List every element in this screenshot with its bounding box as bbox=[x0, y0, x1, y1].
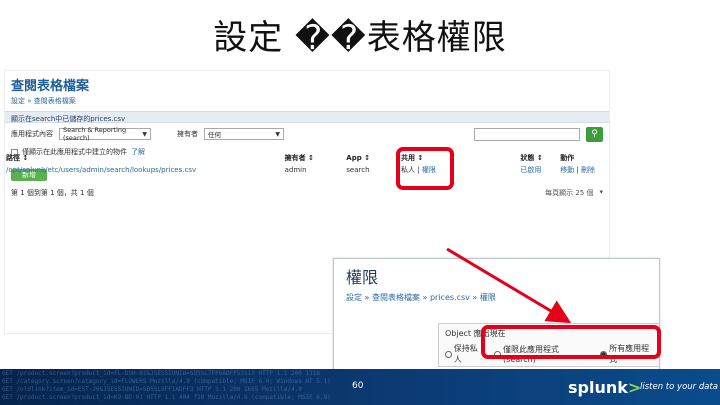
filter-row: 應用程式內容 Search & Reporting (search) ▼ 擁有者… bbox=[5, 123, 609, 145]
move-link[interactable]: 移動 bbox=[560, 166, 574, 174]
log-background-decoration: GET /product.screen?product_id=FL-DSH-01… bbox=[2, 370, 331, 401]
chevron-down-icon: ▼ bbox=[275, 130, 280, 138]
radio-icon bbox=[445, 350, 452, 358]
app-context-select[interactable]: Search & Reporting (search) ▼ bbox=[59, 126, 151, 142]
col-app[interactable]: App ↕ bbox=[346, 154, 401, 162]
permissions-breadcrumb[interactable]: 設定 » 查閱表格檔案 » prices.csv » 權限 bbox=[334, 288, 659, 303]
per-page-select[interactable]: 每頁顯示 25 個 bbox=[545, 188, 593, 198]
result-count-row: 第 1 個到第 1 個，共 1 個 每頁顯示 25 個 ▾ bbox=[5, 185, 609, 201]
status-link[interactable]: 已啟用 bbox=[520, 165, 560, 175]
slide-title: 設定 ��表格權限 bbox=[213, 18, 507, 58]
col-path[interactable]: 路徑 ↕ bbox=[6, 153, 285, 163]
result-count: 第 1 個到第 1 個，共 1 個 bbox=[11, 189, 94, 197]
breadcrumb[interactable]: 設定 » 查閱表格檔案 bbox=[11, 96, 603, 106]
brand-name: splunk bbox=[568, 378, 628, 397]
search-icon: ⚲ bbox=[591, 129, 598, 139]
lookup-table: 路徑 ↕ 擁有者 ↕ App ↕ 共用 ↕ 狀態 ↕ 動作 /opt/splun… bbox=[6, 152, 600, 176]
col-owner[interactable]: 擁有者 ↕ bbox=[285, 153, 347, 163]
permissions-title: 權限 bbox=[346, 268, 379, 287]
table-row: /opt/splunk/etc/users/admin/search/looku… bbox=[6, 164, 600, 176]
delete-link[interactable]: 刪除 bbox=[581, 166, 595, 174]
actions-cell: 移動 | 刪除 bbox=[560, 166, 596, 174]
col-status[interactable]: 狀態 ↕ bbox=[520, 153, 560, 163]
col-actions: 動作 bbox=[560, 154, 575, 162]
tagline: listen to your data bbox=[640, 382, 718, 392]
app-context-value: Search & Reporting (search) bbox=[63, 126, 127, 142]
owner-cell: admin bbox=[284, 166, 307, 174]
search-button[interactable]: ⚲ bbox=[586, 126, 603, 142]
footer-bar: GET /product.screen?product_id=FL-DSH-01… bbox=[0, 369, 720, 405]
owner-label: 擁有者 bbox=[177, 130, 198, 138]
table-header: 路徑 ↕ 擁有者 ↕ App ↕ 共用 ↕ 狀態 ↕ 動作 bbox=[6, 152, 600, 164]
splunk-logo: splunk> bbox=[568, 378, 641, 397]
status-bar: 顯示在search中已儲存的prices.csv bbox=[5, 111, 609, 123]
slide: 設定 ��表格權限 查閱表格檔案 設定 » 查閱表格檔案 顯示在search中已… bbox=[0, 0, 720, 405]
search-input[interactable] bbox=[474, 127, 580, 141]
path-link[interactable]: /opt/splunk/etc/users/admin/search/looku… bbox=[6, 166, 285, 174]
sharing-highlight-box bbox=[396, 147, 454, 190]
page-title: 查閱表格檔案 bbox=[11, 79, 90, 94]
radio-private-label: 保持私人 bbox=[453, 344, 478, 364]
chevron-down-icon: ▾ bbox=[599, 188, 603, 196]
app-context-label: 應用程式內容 bbox=[11, 130, 53, 138]
permissions-highlight-box bbox=[481, 325, 661, 359]
radio-private[interactable]: 保持私人 bbox=[445, 343, 484, 365]
page-number: 60 bbox=[352, 381, 364, 391]
app-cell: search bbox=[346, 166, 370, 174]
screenshot-header: 查閱表格檔案 設定 » 查閱表格檔案 bbox=[5, 71, 609, 111]
owner-select[interactable]: 任何 ▼ bbox=[204, 128, 284, 140]
owner-value: 任何 bbox=[208, 131, 221, 139]
chevron-down-icon: ▼ bbox=[142, 130, 147, 138]
